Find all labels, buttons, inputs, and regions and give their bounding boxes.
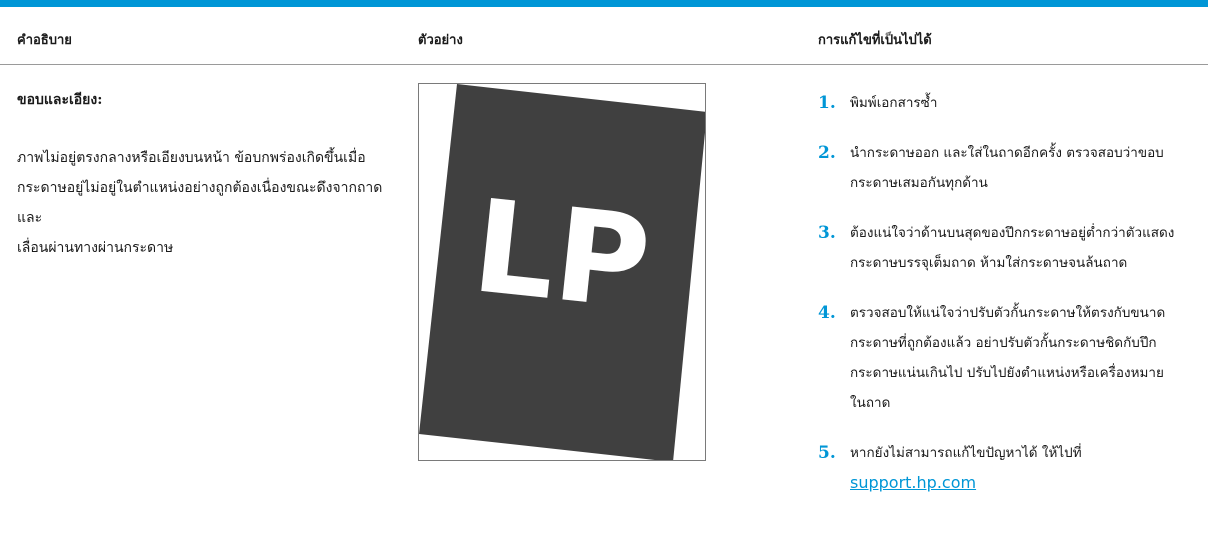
step-line: หากยังไม่สามารถแก้ไขปัญหาได้ ให้ไปที่ bbox=[850, 445, 1082, 461]
step-5: 5. หากยังไม่สามารถแก้ไขปัญหาได้ ให้ไปที่… bbox=[818, 438, 1198, 499]
step-4: 4. ตรวจสอบให้แน่ใจว่าปรับตัวกั้นกระดาษให… bbox=[818, 298, 1198, 418]
step-line: พิมพ์เอกสารซ้ำ bbox=[850, 95, 938, 111]
top-accent-bar bbox=[0, 0, 1208, 7]
header-description: คำอธิบาย bbox=[17, 33, 72, 48]
step-text: ต้องแน่ใจว่าด้านบนสุดของปึกกระดาษอยู่ต่ำ… bbox=[850, 218, 1188, 278]
step-text: พิมพ์เอกสารซ้ำ bbox=[850, 88, 1188, 118]
step-text: นำกระดาษออก และใส่ในถาดอีกครั้ง ตรวจสอบว… bbox=[850, 138, 1188, 198]
support-link[interactable]: support.hp.com bbox=[850, 473, 976, 492]
step-number: 4. bbox=[818, 303, 836, 323]
description-line: กระดาษอยู่ไม่อยู่ในตำแหน่งอย่างถูกต้องเน… bbox=[17, 180, 383, 226]
step-line: ในถาด bbox=[850, 395, 891, 411]
description-line: เลื่อนผ่านทางผ่านกระดาษ bbox=[17, 240, 174, 256]
sample-image: LP bbox=[418, 83, 706, 461]
step-line: ตรวจสอบให้แน่ใจว่าปรับตัวกั้นกระดาษให้ตร… bbox=[850, 305, 1166, 321]
step-2: 2. นำกระดาษออก และใส่ในถาดอีกครั้ง ตรวจส… bbox=[818, 138, 1198, 198]
step-number: 5. bbox=[818, 443, 836, 463]
step-text: หากยังไม่สามารถแก้ไขปัญหาได้ ให้ไปที่ su… bbox=[850, 438, 1188, 499]
step-line: ต้องแน่ใจว่าด้านบนสุดของปึกกระดาษอยู่ต่ำ… bbox=[850, 225, 1175, 241]
step-line: กระดาษบรรจุเต็มถาด ห้ามใส่กระดาษจนล้นถาด bbox=[850, 255, 1128, 271]
defect-title: ขอบและเอียง: bbox=[17, 92, 103, 108]
step-line: นำกระดาษออก และใส่ในถาดอีกครั้ง ตรวจสอบว… bbox=[850, 145, 1164, 161]
header-sample: ตัวอย่าง bbox=[418, 33, 463, 48]
step-text: ตรวจสอบให้แน่ใจว่าปรับตัวกั้นกระดาษให้ตร… bbox=[850, 298, 1188, 418]
step-line: กระดาษที่ถูกต้องแล้ว อย่าปรับตัวกั้นกระด… bbox=[850, 335, 1157, 351]
step-number: 3. bbox=[818, 223, 836, 243]
solution-steps: 1. พิมพ์เอกสารซ้ำ 2. นำกระดาษออก และใส่ใ… bbox=[818, 88, 1198, 519]
step-1: 1. พิมพ์เอกสารซ้ำ bbox=[818, 88, 1198, 118]
description-line: ภาพไม่อยู่ตรงกลางหรือเอียงบนหน้า ข้อบกพร… bbox=[17, 150, 366, 166]
step-number: 1. bbox=[818, 93, 836, 113]
defect-description: ภาพไม่อยู่ตรงกลางหรือเอียงบนหน้า ข้อบกพร… bbox=[17, 143, 407, 263]
step-line: กระดาษเสมอกันทุกด้าน bbox=[850, 175, 988, 191]
step-number: 2. bbox=[818, 143, 836, 163]
step-3: 3. ต้องแน่ใจว่าด้านบนสุดของปึกกระดาษอยู่… bbox=[818, 218, 1198, 278]
sample-text: LP bbox=[466, 172, 656, 339]
step-line: กระดาษแน่นเกินไป ปรับไปยังตำแหน่งหรือเคร… bbox=[850, 365, 1164, 381]
header-divider bbox=[0, 64, 1208, 65]
header-solutions: การแก้ไขที่เป็นไปได้ bbox=[818, 33, 932, 48]
